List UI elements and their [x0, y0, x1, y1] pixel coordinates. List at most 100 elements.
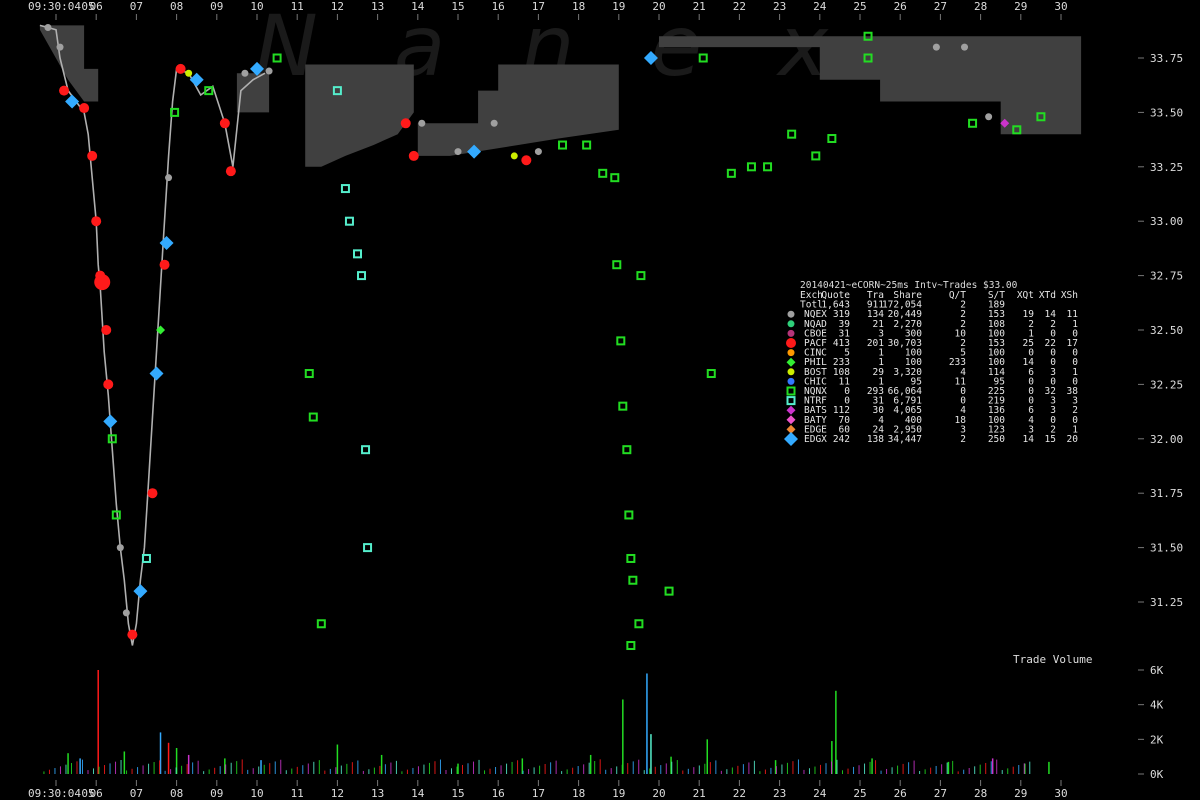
x-tick-label: 06	[90, 0, 103, 13]
volume-label: Trade Volume	[1013, 653, 1092, 666]
x-tick-label: 22	[733, 787, 746, 800]
chart-title: 20140421~eCORN~25ms Intv~Trades $33.00	[800, 280, 1018, 291]
x-tick-label: 21	[693, 0, 706, 13]
trade-point-pacf	[79, 103, 90, 114]
table-cell: 2	[960, 434, 966, 445]
trade-point-bost	[510, 152, 518, 160]
x-tick-label: 19	[612, 0, 625, 13]
trade-point-nqnx	[746, 162, 756, 172]
trade-point-nqex	[985, 113, 993, 121]
y-tick-label: 33.25	[1150, 161, 1183, 174]
price-chart: Nanex 09:30:0409:30:04050506060707080809…	[28, 0, 1183, 800]
y-tick-label: 31.25	[1150, 596, 1183, 609]
trade-point-nqnx	[811, 151, 821, 161]
x-tick-label: 19	[612, 787, 625, 800]
trade-point-nqnx	[634, 619, 644, 629]
x-tick-label: 12	[331, 0, 344, 13]
trade-point-nqex	[44, 24, 52, 32]
x-tick-label: 25	[853, 787, 866, 800]
x-tick-label: 10	[250, 787, 263, 800]
trade-point-pacf	[225, 166, 236, 177]
trade-point-edgx	[133, 584, 148, 599]
trade-point-nqex	[56, 43, 64, 51]
trade-point-nqex	[122, 609, 130, 617]
x-tick-label: 17	[532, 787, 545, 800]
trade-point-edgx	[103, 414, 118, 429]
trade-point-nqnx	[763, 162, 773, 172]
trade-point-pacf	[101, 325, 112, 335]
table-header-cell: XQt	[1017, 290, 1034, 301]
y-tick-label: 33.75	[1150, 52, 1183, 65]
y-tick-label: 32.25	[1150, 378, 1183, 391]
trade-point-pacf	[159, 259, 170, 270]
x-tick-label: 29	[1014, 0, 1027, 13]
legend-marker-edgx	[784, 432, 798, 446]
x-tick-label: 06	[90, 787, 103, 800]
trade-point-nqnx	[664, 586, 674, 596]
x-tick-label: 21	[693, 787, 706, 800]
legend-marker-cinc	[787, 349, 795, 357]
y-tick-label: 33.50	[1150, 106, 1183, 119]
trade-point-pacf	[91, 216, 102, 227]
trade-point-nqnx	[598, 168, 608, 178]
x-tick-label: 28	[974, 0, 987, 13]
legend-marker-chic	[787, 377, 795, 385]
trade-point-nqnx	[624, 510, 634, 520]
x-tick-label: 20	[652, 0, 665, 13]
x-tick-label: 26	[894, 787, 907, 800]
trade-point-nqnx	[726, 168, 736, 178]
table-cell: 34,447	[888, 434, 922, 445]
trade-point-nqnx	[626, 641, 636, 651]
trade-point-nqnx	[618, 401, 628, 411]
y-tick-label: 32.75	[1150, 270, 1183, 283]
trade-point-nqnx	[706, 369, 716, 379]
x-tick-label: 28	[974, 787, 987, 800]
x-tick-label: 27	[934, 787, 947, 800]
table-cell: 250	[988, 434, 1005, 445]
legend-marker-nqad	[787, 320, 795, 328]
x-tick-label: 24	[813, 0, 827, 13]
x-tick-label: 16	[492, 0, 505, 13]
time-start-label-bottom: 09:30:04	[28, 787, 81, 800]
x-tick-label: 11	[291, 787, 304, 800]
volume-tick-label: 6K	[1150, 664, 1164, 677]
x-tick-label: 17	[532, 0, 545, 13]
trade-point-pacf	[521, 155, 532, 166]
trade-point-pacf	[127, 629, 138, 640]
time-start-label-top: 09:30:04	[28, 0, 81, 13]
table-cell: 14	[1023, 434, 1035, 445]
legend-exchange-label: EDGX	[804, 434, 827, 445]
table-cell: 242	[833, 434, 850, 445]
trade-point-nqnx	[968, 118, 978, 128]
trade-point-edgx	[189, 72, 204, 87]
x-tick-label: 15	[451, 0, 464, 13]
trade-point-pacf	[175, 63, 186, 74]
trade-point-edgx	[65, 94, 80, 109]
trade-point-ntrf	[353, 249, 362, 259]
table-header-cell: XSh	[1061, 290, 1078, 301]
trade-point-pacf	[94, 274, 111, 291]
trade-point-pacf	[103, 379, 114, 390]
x-tick-label: 09	[210, 0, 223, 13]
legend-marker-nqex	[787, 310, 795, 318]
x-tick-label: 24	[813, 787, 827, 800]
y-tick-label: 31.50	[1150, 542, 1183, 555]
table-cell: 20	[1067, 434, 1079, 445]
x-tick-label: 16	[492, 787, 505, 800]
trade-point-nqnx	[558, 140, 568, 150]
price-path	[39, 24, 266, 646]
x-tick-label: 13	[371, 787, 384, 800]
x-tick-label: 08	[170, 0, 183, 13]
table-header-cell: XTd	[1039, 290, 1056, 301]
x-tick-label: 22	[733, 0, 746, 13]
x-tick-label: 30	[1054, 0, 1067, 13]
trade-point-nqnx	[610, 173, 620, 183]
y-tick-label: 33.00	[1150, 215, 1183, 228]
trade-point-nqex	[932, 43, 940, 51]
x-tick-label: 11	[291, 0, 304, 13]
x-tick-label: 30	[1054, 787, 1067, 800]
trade-point-nqex	[454, 148, 462, 156]
x-tick-label: 07	[130, 0, 143, 13]
trade-point-nqex	[116, 544, 124, 552]
trade-point-nqnx	[628, 575, 638, 585]
